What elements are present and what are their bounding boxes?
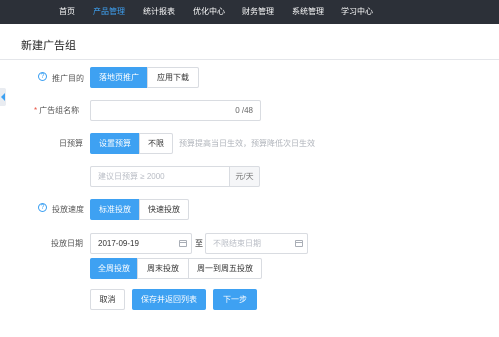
ad-group-name-counter: 0 /48 <box>235 106 253 115</box>
nav-item-home[interactable]: 首页 <box>59 0 75 24</box>
nav-item-system[interactable]: 系统管理 <box>292 0 324 24</box>
ad-group-name-label: * 广告组名称 <box>34 106 80 115</box>
period-all-week-button[interactable]: 全周投放 <box>90 258 138 279</box>
promo-goal-app-download-button[interactable]: 应用下载 <box>147 67 199 88</box>
budget-set-button[interactable]: 设置预算 <box>90 133 140 154</box>
delivery-speed-label: 投放速度 <box>52 205 84 214</box>
help-circle-icon[interactable]: ? <box>38 203 47 212</box>
budget-hint: 预算提高当日生效，预算降低次日生效 <box>179 139 315 148</box>
top-navbar: 首页 产品管理 统计报表 优化中心 财务管理 系统管理 学习中心 <box>0 0 499 24</box>
ad-group-name-input[interactable]: 0 /48 <box>90 100 261 121</box>
cancel-button[interactable]: 取消 <box>90 289 125 310</box>
speed-fast-button[interactable]: 快速投放 <box>139 199 189 220</box>
calendar-icon <box>295 240 303 247</box>
nav-item-learning[interactable]: 学习中心 <box>341 0 373 24</box>
budget-unlimited-button[interactable]: 不限 <box>139 133 173 154</box>
help-circle-icon[interactable]: ? <box>38 72 47 81</box>
start-date-value: 2017-09-19 <box>98 239 139 248</box>
speed-standard-button[interactable]: 标准投放 <box>90 199 140 220</box>
collapse-left-icon[interactable] <box>0 88 6 106</box>
delivery-date-label: 投放日期 <box>51 239 83 248</box>
nav-item-optimization[interactable]: 优化中心 <box>193 0 225 24</box>
date-separator: 至 <box>195 239 203 248</box>
promo-goal-landing-page-button[interactable]: 落地页推广 <box>90 67 148 88</box>
ad-group-name-label-text: 广告组名称 <box>39 106 80 115</box>
nav-item-finance[interactable]: 财务管理 <box>242 0 274 24</box>
daily-budget-label: 日预算 <box>59 139 83 148</box>
budget-unit: 元/天 <box>230 166 260 187</box>
end-date-picker[interactable]: 不限结束日期 <box>205 233 308 254</box>
promo-goal-label: 推广目的 <box>52 74 84 83</box>
period-weekend-button[interactable]: 周末投放 <box>137 258 189 279</box>
page-title: 新建广告组 <box>21 40 76 52</box>
nav-item-products[interactable]: 产品管理 <box>93 0 125 24</box>
period-weekdays-button[interactable]: 周一到周五投放 <box>188 258 262 279</box>
daily-budget-input[interactable]: 建议日预算 ≥ 2000 <box>90 166 230 187</box>
end-date-placeholder: 不限结束日期 <box>213 239 261 248</box>
calendar-icon <box>179 240 187 247</box>
save-and-return-button[interactable]: 保存并返回列表 <box>132 289 206 310</box>
daily-budget-placeholder: 建议日预算 ≥ 2000 <box>98 172 165 181</box>
nav-item-reports[interactable]: 统计报表 <box>143 0 175 24</box>
title-divider <box>0 59 499 60</box>
start-date-picker[interactable]: 2017-09-19 <box>90 233 192 254</box>
next-step-button[interactable]: 下一步 <box>213 289 257 310</box>
